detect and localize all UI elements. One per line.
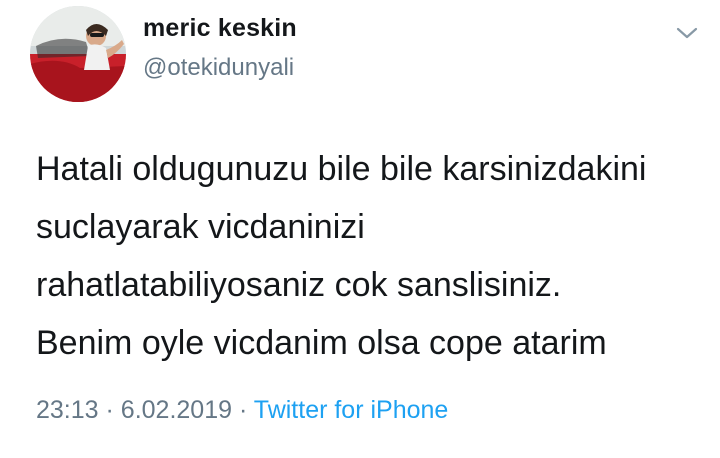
meta-separator: · <box>238 396 248 424</box>
tweet-text: Hatali oldugunuzu bile bile karsinizdaki… <box>36 140 696 372</box>
chevron-down-icon[interactable] <box>675 24 699 42</box>
tweet-source-link[interactable]: Twitter for iPhone <box>254 396 449 424</box>
tweet-text-line: Hatali oldugunuzu bile bile karsinizdaki… <box>36 150 647 188</box>
tweet-meta: 23:13 · 6.02.2019 · Twitter for iPhone <box>36 396 448 425</box>
author-handle[interactable]: @otekidunyali <box>143 54 294 82</box>
avatar-photo-icon <box>30 6 126 102</box>
tweet-text-line: rahatlatabiliyosaniz cok sanslisiniz. <box>36 266 562 304</box>
tweet-text-line: suclayarak vicdaninizi <box>36 208 365 246</box>
tweet-card: meric keskin @otekidunyali Hatali oldugu… <box>0 0 720 458</box>
tweet-date[interactable]: 6.02.2019 <box>121 396 232 424</box>
tweet-text-line: Benim oyle vicdanim olsa cope atarim <box>36 324 607 362</box>
meta-separator: · <box>105 396 114 424</box>
author-display-name[interactable]: meric keskin <box>143 14 297 43</box>
avatar[interactable] <box>30 6 126 102</box>
tweet-time[interactable]: 23:13 <box>36 396 99 424</box>
